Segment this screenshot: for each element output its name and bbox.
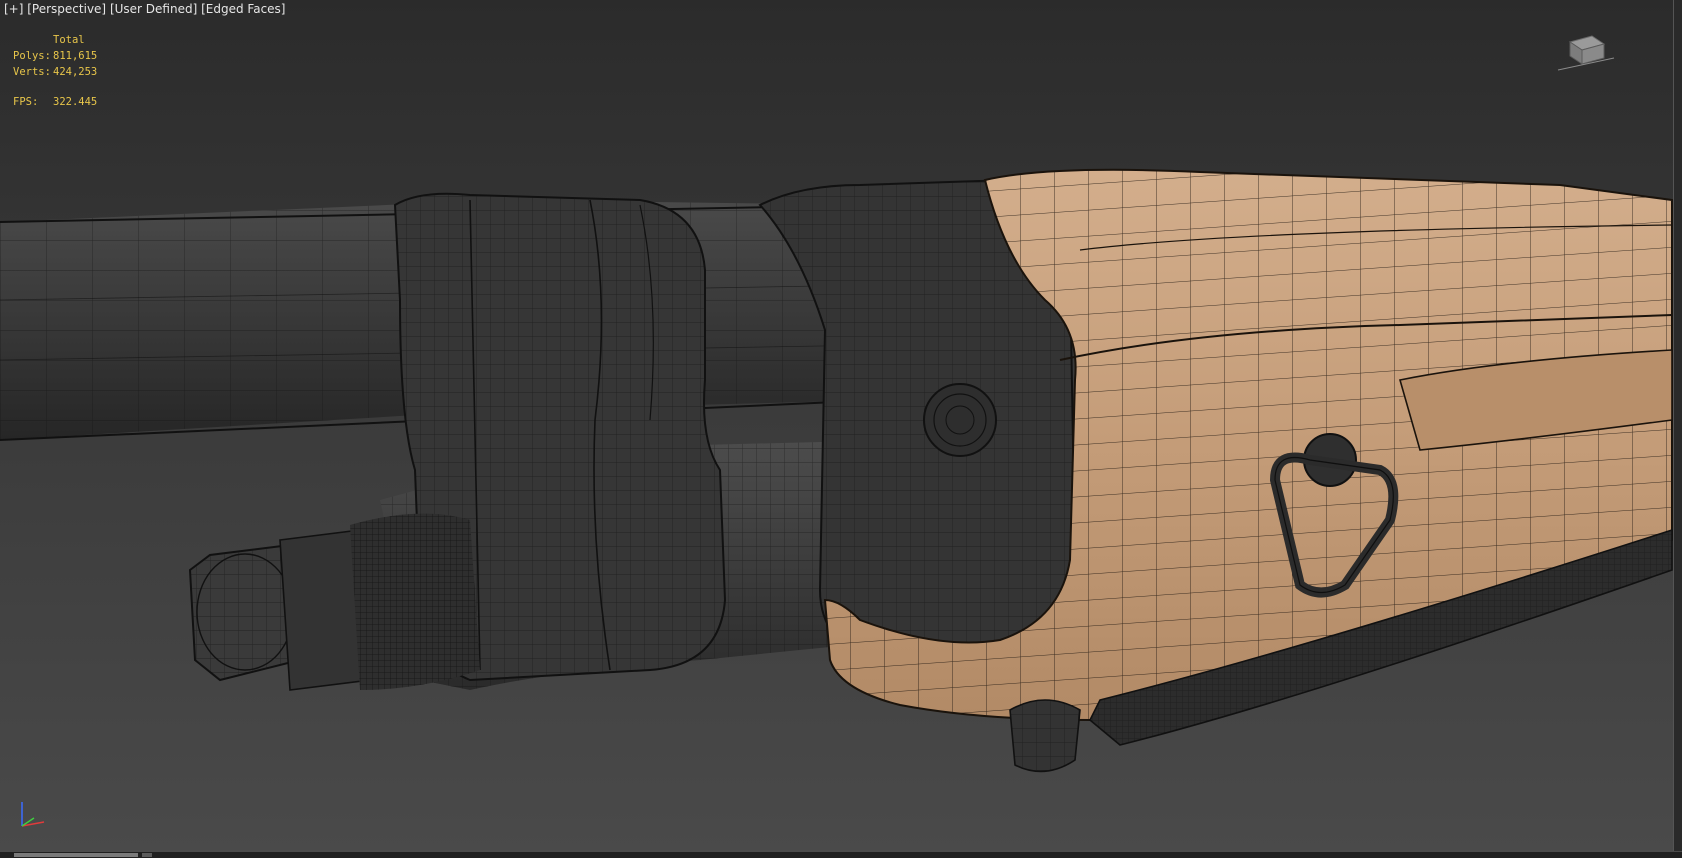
viewport-right-border xyxy=(1673,0,1682,858)
bottom-knob xyxy=(1009,699,1081,773)
viewport-display-menu[interactable]: [Edged Faces] xyxy=(201,2,285,16)
verts-label: Verts: xyxy=(13,66,51,78)
viewport-shading-menu[interactable]: [User Defined] xyxy=(110,2,197,16)
polys-value: 811,615 xyxy=(53,50,98,62)
viewcube-icon[interactable] xyxy=(1556,28,1616,76)
viewport-pov-menu[interactable]: [Perspective] xyxy=(27,2,106,16)
verts-value: 424,253 xyxy=(53,66,98,78)
fps-label: FPS: xyxy=(13,96,39,108)
viewport-label[interactable]: [+] [Perspective] [User Defined] [Edged … xyxy=(4,2,286,16)
statistics-overlay: Total Polys: 811,615 Verts: 424,253 FPS: 32… xyxy=(13,32,97,110)
model-render[interactable] xyxy=(0,0,1682,858)
time-slider-thumb[interactable] xyxy=(14,853,138,857)
fps-value: 322.445 xyxy=(53,96,98,108)
time-slider-next[interactable] xyxy=(142,853,152,857)
viewport[interactable]: [+] [Perspective] [User Defined] [Edged … xyxy=(0,0,1682,858)
stats-header: Total xyxy=(53,34,85,46)
time-slider-track[interactable] xyxy=(0,851,1682,858)
polys-label: Polys: xyxy=(13,50,51,62)
muzzle-cap xyxy=(188,513,480,691)
axis-tripod-icon xyxy=(12,796,52,836)
viewport-plus-menu[interactable]: [+] xyxy=(4,2,23,16)
